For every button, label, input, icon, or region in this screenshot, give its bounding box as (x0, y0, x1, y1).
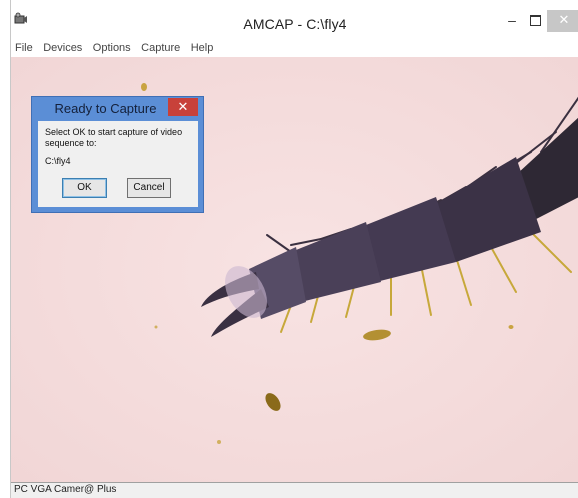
title-bar[interactable]: AMCAP - C:\fly4 – ✕ (11, 0, 578, 38)
ready-to-capture-dialog: Ready to Capture ✕ Select OK to start ca… (31, 96, 204, 213)
minimize-button[interactable]: – (501, 10, 523, 32)
dialog-path: C:\fly4 (45, 156, 71, 166)
ok-button[interactable]: OK (62, 178, 107, 198)
menu-help[interactable]: Help (188, 39, 217, 57)
menu-options[interactable]: Options (90, 39, 134, 57)
maximize-icon (529, 15, 541, 26)
menu-capture[interactable]: Capture (138, 39, 183, 57)
status-text: PC VGA Camer@ Plus (14, 484, 117, 495)
status-bar: PC VGA Camer@ Plus (11, 482, 578, 498)
dialog-close-button[interactable]: ✕ (168, 98, 198, 116)
dialog-body: Select OK to start capture of video sequ… (38, 121, 198, 207)
dialog-message: Select OK to start capture of video sequ… (45, 127, 183, 148)
close-button[interactable]: ✕ (547, 10, 578, 32)
cancel-button[interactable]: Cancel (127, 178, 171, 198)
maximize-button[interactable] (523, 10, 547, 32)
window-title: AMCAP - C:\fly4 (243, 16, 347, 32)
menu-file[interactable]: File (12, 39, 36, 57)
menu-bar: File Devices Options Capture Help (11, 38, 578, 56)
menu-devices[interactable]: Devices (40, 39, 85, 57)
amcap-window: AMCAP - C:\fly4 – ✕ File Devices Options… (10, 0, 578, 498)
